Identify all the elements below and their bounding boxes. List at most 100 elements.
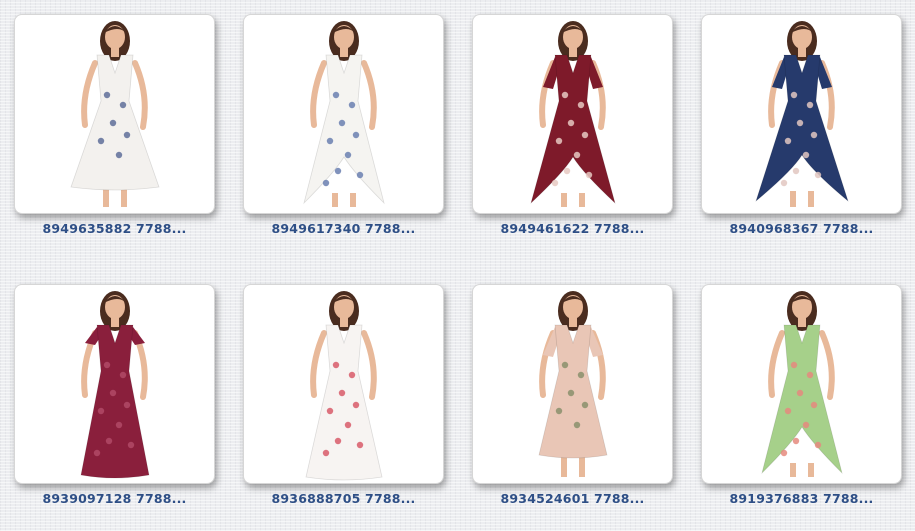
product-image[interactable] — [472, 14, 673, 214]
product-caption[interactable]: 8949461622 7788... — [472, 221, 673, 236]
product-caption[interactable]: 8936888705 7788... — [243, 491, 444, 506]
arm-shape — [81, 60, 98, 128]
product-image[interactable] — [243, 14, 444, 214]
pink-floral-shift-mini-dress — [538, 291, 608, 477]
print-pattern — [356, 171, 364, 179]
white-floral-high-low-maxi-dress — [303, 21, 385, 207]
product-caption[interactable]: 8934524601 7788... — [472, 491, 673, 506]
print-pattern — [332, 361, 340, 369]
print-pattern — [802, 151, 810, 159]
white-floral-wrap-mini-dress — [70, 21, 160, 207]
print-pattern — [780, 449, 788, 457]
print-pattern — [792, 167, 800, 175]
print-pattern — [561, 91, 569, 99]
burgundy-floral-bell-sleeve-maxi-dress — [530, 21, 616, 207]
product-caption[interactable]: 8939097128 7788... — [14, 491, 215, 506]
print-pattern — [780, 179, 788, 187]
arm-shape — [310, 330, 327, 398]
product-image[interactable] — [701, 284, 902, 484]
print-pattern — [322, 449, 330, 457]
leg-shape — [790, 463, 796, 477]
print-pattern — [322, 179, 330, 187]
product-gallery: 8949635882 7788... 8949617340 7788... 89… — [14, 14, 902, 519]
print-pattern — [567, 389, 575, 397]
product-card: 8940968367 7788... — [701, 14, 902, 236]
print-pattern — [352, 401, 360, 409]
print-pattern — [344, 151, 352, 159]
arm-shape — [361, 330, 377, 400]
print-pattern — [348, 101, 356, 109]
wine-lace-deep-v-maxi-dress — [80, 291, 150, 479]
print-pattern — [127, 441, 135, 449]
product-image[interactable] — [472, 284, 673, 484]
print-pattern — [109, 119, 117, 127]
print-pattern — [326, 137, 334, 145]
print-pattern — [790, 361, 798, 369]
print-pattern — [123, 401, 131, 409]
print-pattern — [115, 421, 123, 429]
dress-shape — [755, 54, 849, 203]
print-pattern — [585, 171, 593, 179]
product-image[interactable] — [14, 14, 215, 214]
leg-shape — [561, 193, 567, 207]
product-image[interactable] — [243, 284, 444, 484]
print-pattern — [119, 371, 127, 379]
print-pattern — [810, 131, 818, 139]
navy-floral-bell-sleeve-maxi-dress — [755, 21, 849, 207]
leg-shape — [790, 191, 796, 207]
print-pattern — [796, 119, 804, 127]
arm-shape — [132, 60, 148, 130]
print-pattern — [567, 119, 575, 127]
arm-shape — [819, 330, 835, 400]
leg-shape — [808, 191, 814, 207]
print-pattern — [103, 361, 111, 369]
print-pattern — [573, 421, 581, 429]
white-rose-print-maxi-dress — [305, 291, 383, 481]
print-pattern — [123, 131, 131, 139]
product-caption[interactable]: 8940968367 7788... — [701, 221, 902, 236]
product-caption[interactable]: 8949635882 7788... — [14, 221, 215, 236]
product-card: 8949461622 7788... — [472, 14, 673, 236]
print-pattern — [784, 137, 792, 145]
print-pattern — [806, 101, 814, 109]
print-pattern — [561, 361, 569, 369]
product-caption[interactable]: 8919376883 7788... — [701, 491, 902, 506]
print-pattern — [103, 91, 111, 99]
print-pattern — [105, 437, 113, 445]
green-floral-halter-maxi-dress — [761, 291, 843, 477]
product-card: 8936888705 7788... — [243, 284, 444, 506]
print-pattern — [555, 137, 563, 145]
print-pattern — [784, 407, 792, 415]
print-pattern — [344, 421, 352, 429]
print-pattern — [326, 407, 334, 415]
leg-shape — [808, 463, 814, 477]
arm-shape — [361, 60, 377, 130]
print-pattern — [334, 167, 342, 175]
print-pattern — [577, 371, 585, 379]
print-pattern — [93, 449, 101, 457]
leg-shape — [350, 193, 356, 207]
print-pattern — [555, 407, 563, 415]
arm-shape — [768, 330, 785, 398]
print-pattern — [551, 179, 559, 187]
print-pattern — [806, 371, 814, 379]
product-image[interactable] — [701, 14, 902, 214]
print-pattern — [109, 389, 117, 397]
print-pattern — [348, 371, 356, 379]
print-pattern — [338, 119, 346, 127]
product-caption[interactable]: 8949617340 7788... — [243, 221, 444, 236]
product-card: 8949617340 7788... — [243, 14, 444, 236]
product-card: 8949635882 7788... — [14, 14, 215, 236]
leg-shape — [332, 193, 338, 207]
print-pattern — [332, 91, 340, 99]
print-pattern — [563, 167, 571, 175]
leg-shape — [579, 193, 585, 207]
print-pattern — [97, 407, 105, 415]
print-pattern — [573, 151, 581, 159]
print-pattern — [581, 131, 589, 139]
print-pattern — [810, 401, 818, 409]
print-pattern — [97, 137, 105, 145]
print-pattern — [334, 437, 342, 445]
product-image[interactable] — [14, 284, 215, 484]
product-card: 8939097128 7788... — [14, 284, 215, 506]
